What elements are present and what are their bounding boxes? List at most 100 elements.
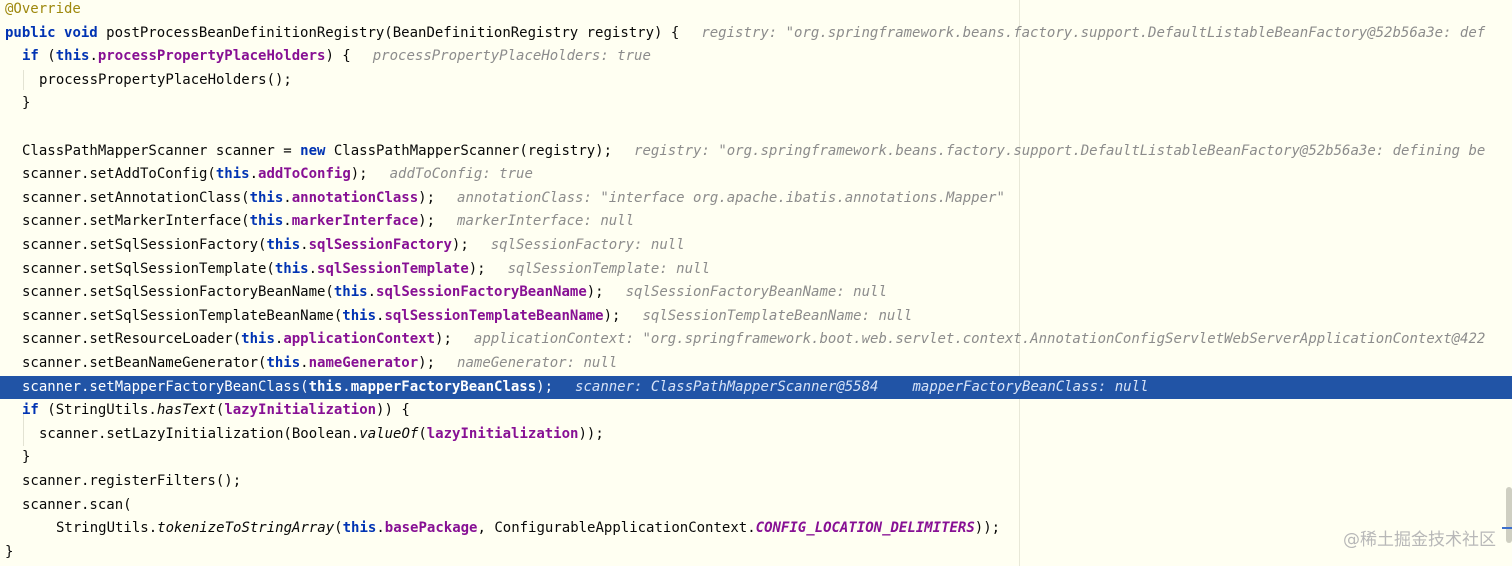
code-content: scanner.setAddToConfig(this.addToConfig)…: [22, 163, 533, 187]
code-token: scanner.setResourceLoader(: [22, 331, 242, 348]
code-token: @Override: [5, 1, 81, 17]
code-line[interactable]: scanner.setResourceLoader(this.applicati…: [0, 328, 1512, 352]
code-token: processPropertyPlaceHolders();: [39, 71, 292, 88]
code-token: ));: [974, 520, 1001, 537]
code-content: scanner.setLazyInitialization(Boolean.va…: [39, 423, 604, 447]
code-content: scanner.registerFilters();: [22, 470, 241, 494]
code-line[interactable]: public void postProcessBeanDefinitionReg…: [0, 22, 1512, 46]
code-line[interactable]: }: [0, 446, 1512, 470]
code-line[interactable]: scanner.registerFilters();: [0, 470, 1512, 494]
code-line[interactable]: scanner.setSqlSessionTemplateBeanName(th…: [0, 305, 1512, 329]
code-token: tokenizeToStringArray: [157, 520, 335, 537]
code-content: if (StringUtils.hasText(lazyInitializati…: [22, 399, 410, 423]
code-token: scanner.setMapperFactoryBeanClass(: [22, 378, 309, 395]
code-token: );: [435, 331, 452, 348]
code-token: , ConfigurableApplicationContext.: [477, 520, 756, 537]
debug-inline-value: registry: "org.springframework.beans.fac…: [701, 24, 1486, 41]
code-content: scanner.setSqlSessionFactory(this.sqlSes…: [22, 234, 685, 258]
code-token: scanner.registerFilters();: [22, 473, 242, 489]
code-token: sqlSessionTemplateBeanName: [384, 307, 604, 324]
code-line[interactable]: scanner.setSqlSessionFactoryBeanName(thi…: [0, 281, 1512, 305]
code-editor[interactable]: @稀土掘金技术社区 @Override public void postProce…: [0, 0, 1512, 566]
code-content: scanner.setSqlSessionTemplate(this.sqlSe…: [22, 258, 710, 282]
code-line[interactable]: }: [0, 92, 1512, 116]
code-line[interactable]: scanner.scan(: [0, 494, 1512, 518]
code-content: scanner.setSqlSessionFactoryBeanName(thi…: [22, 281, 887, 305]
code-token: .: [283, 189, 292, 206]
code-token: sqlSessionTemplate: [317, 260, 469, 277]
debug-inline-value: nameGenerator: null: [457, 355, 618, 371]
code-token: CONFIG_LOCATION_DELIMITERS: [755, 520, 975, 537]
code-token: );: [536, 378, 554, 395]
code-token: .: [300, 237, 309, 253]
code-token: );: [603, 307, 621, 324]
code-line[interactable]: processPropertyPlaceHolders();: [0, 69, 1512, 93]
code-line[interactable]: scanner.setLazyInitialization(Boolean.va…: [0, 423, 1512, 447]
code-line[interactable]: @Override: [0, 0, 1512, 22]
code-token: ) {: [325, 48, 351, 65]
code-token: (: [334, 520, 343, 537]
code-line[interactable]: StringUtils.tokenizeToStringArray(this.b…: [0, 517, 1512, 541]
code-content: }: [5, 541, 13, 565]
code-token: this: [266, 237, 301, 253]
code-line[interactable]: [0, 116, 1512, 140]
code-token: this: [55, 48, 90, 65]
code-token: scanner.setAnnotationClass(: [22, 189, 250, 206]
code-token: .: [308, 260, 318, 277]
code-token: valueOf: [359, 425, 419, 442]
code-token: scanner.setSqlSessionFactoryBeanName(: [22, 284, 334, 301]
code-line[interactable]: scanner.setSqlSessionTemplate(this.sqlSe…: [0, 258, 1512, 282]
code-content: StringUtils.tokenizeToStringArray(this.b…: [56, 517, 1000, 541]
code-line[interactable]: scanner.setMarkerInterface(this.markerIn…: [0, 210, 1512, 234]
code-token: basePackage: [384, 520, 478, 537]
code-token: sqlSessionFactory: [308, 237, 452, 253]
code-token: ClassPathMapperScanner scanner =: [22, 142, 301, 159]
code-line-current[interactable]: scanner.setMapperFactoryBeanClass(this.m…: [0, 375, 1512, 400]
code-token: .: [367, 284, 377, 301]
code-line[interactable]: ClassPathMapperScanner scanner = new Cla…: [0, 140, 1512, 164]
code-token: void: [64, 24, 98, 41]
debug-inline-value: sqlSessionFactoryBeanName: null: [625, 284, 887, 301]
code-token: sqlSessionFactoryBeanName: [376, 284, 587, 301]
code-token: ));: [578, 425, 604, 442]
debug-inline-value: applicationContext: "org.springframework…: [473, 331, 1486, 348]
debug-inline-value: processPropertyPlaceHolders: true: [372, 48, 651, 65]
code-token: scanner.scan(: [22, 496, 132, 513]
code-token: lazyInitialization: [426, 425, 579, 442]
code-token: nameGenerator: [308, 355, 419, 371]
code-token: .: [300, 355, 309, 371]
code-token: annotationClass: [291, 189, 419, 206]
code-token: StringUtils.: [56, 520, 158, 537]
code-line[interactable]: scanner.setSqlSessionFactory(this.sqlSes…: [0, 234, 1512, 258]
code-token: scanner.setSqlSessionFactory(: [22, 237, 267, 253]
code-token: )) {: [376, 402, 410, 419]
code-token: (StringUtils.: [38, 402, 157, 419]
code-token: (: [38, 48, 56, 65]
code-token: this: [342, 307, 377, 324]
code-line[interactable]: }: [0, 541, 1512, 565]
code-token: );: [468, 260, 486, 277]
code-line[interactable]: scanner.setAnnotationClass(this.annotati…: [0, 187, 1512, 211]
debug-inline-value: sqlSessionTemplate: null: [507, 260, 710, 277]
code-token: ClassPathMapperScanner(registry);: [325, 142, 613, 159]
code-token: scanner.setSqlSessionTemplateBeanName(: [22, 307, 343, 324]
code-line[interactable]: if (StringUtils.hasText(lazyInitializati…: [0, 399, 1512, 423]
code-line[interactable]: scanner.setBeanNameGenerator(this.nameGe…: [0, 352, 1512, 376]
code-content: if (this.processPropertyPlaceHolders) {p…: [22, 45, 651, 69]
code-token: .: [376, 520, 385, 537]
code-content: }: [22, 446, 30, 470]
code-content: scanner.setAnnotationClass(this.annotati…: [22, 187, 1005, 211]
code-token: this: [342, 520, 377, 537]
code-line[interactable]: if (this.processPropertyPlaceHolders) {p…: [0, 45, 1512, 69]
code-line[interactable]: scanner.setAddToConfig(this.addToConfig)…: [0, 163, 1512, 187]
code-token: public: [5, 24, 56, 41]
code-token: }: [22, 449, 31, 466]
code-token: );: [418, 189, 436, 206]
debug-inline-value: sqlSessionFactory: null: [490, 237, 685, 253]
code-content: scanner.setSqlSessionTemplateBeanName(th…: [22, 305, 912, 329]
code-content: public void postProcessBeanDefinitionReg…: [5, 22, 1485, 46]
code-token: );: [451, 237, 469, 253]
debug-inline-value: mapperFactoryBeanClass: null: [912, 378, 1149, 395]
code-token: processPropertyPlaceHolders: [97, 48, 326, 65]
